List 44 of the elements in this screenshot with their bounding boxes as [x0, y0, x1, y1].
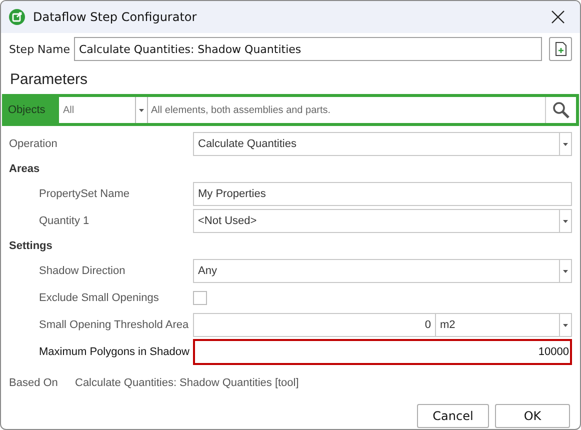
dropdown-arrow-button[interactable] [559, 314, 571, 336]
close-icon [551, 10, 565, 24]
based-on-value: Calculate Quantities: Shadow Quantities [tool] [75, 377, 299, 389]
window-title: Dataflow Step Configurator [33, 10, 198, 24]
input-field[interactable]: My Properties [193, 182, 572, 206]
based-on-label: Based On [9, 377, 59, 389]
search-icon [552, 101, 570, 119]
dropdown-arrow-button[interactable] [559, 210, 571, 232]
dropdown-field[interactable]: Any [193, 259, 572, 283]
parameter-label: Small Opening Threshold Area [38, 319, 190, 331]
objects-description: All elements, both assemblies and parts. [148, 97, 545, 123]
step-name-label: Step Name [9, 42, 71, 56]
unit-dropdown[interactable]: m2 [435, 314, 571, 336]
parameter-label: Maximum Polygons in Shadow [38, 346, 190, 358]
caret-icon [563, 270, 568, 272]
caret-icon [139, 108, 144, 112]
group-heading: Settings [9, 240, 52, 252]
step-name-field[interactable]: Calculate Quantities: Shadow Quantities [74, 37, 542, 61]
caret-icon [563, 220, 568, 222]
new-document-button[interactable] [549, 37, 572, 61]
section-title: Parameters [10, 71, 89, 88]
caret-icon [563, 142, 568, 146]
input-field[interactable]: 0 m2 [193, 313, 572, 337]
search-button[interactable] [545, 97, 576, 123]
checkbox[interactable] [193, 291, 207, 305]
new-document-icon [554, 42, 566, 56]
ok-button[interactable]: OK [495, 404, 570, 428]
parameter-label: PropertySet Name [38, 188, 130, 200]
dropdown-field[interactable]: Calculate Quantities [193, 132, 572, 156]
caret-icon [563, 324, 568, 326]
cancel-button[interactable]: Cancel [417, 404, 489, 428]
input-field[interactable]: 10000 [193, 339, 572, 365]
parameter-label: Exclude Small Openings [38, 292, 160, 304]
parameter-label: Shadow Direction [38, 265, 126, 277]
parameter-label: Quantity 1 [38, 215, 90, 227]
parameter-label: Operation [9, 138, 58, 150]
dropdown-arrow-button[interactable] [136, 97, 148, 123]
app-icon [9, 9, 25, 25]
dropdown-field[interactable]: <Not Used> [193, 209, 572, 233]
dropdown-arrow-button[interactable] [559, 260, 571, 282]
group-heading: Areas [9, 163, 40, 175]
objects-label: Objects [7, 103, 46, 118]
dropdown-arrow-button[interactable] [559, 133, 571, 155]
scope-dropdown[interactable]: All [59, 97, 136, 123]
